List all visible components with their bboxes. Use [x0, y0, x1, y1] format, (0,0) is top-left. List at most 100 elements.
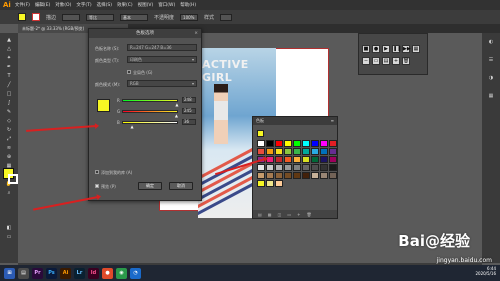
- menu-help[interactable]: 帮助(H): [180, 2, 196, 8]
- stroke-weight-dropdown[interactable]: [62, 13, 81, 21]
- show-kinds-icon[interactable]: ▦: [268, 212, 272, 217]
- stroke-swatch-control[interactable]: [32, 13, 40, 21]
- pause-icon[interactable]: ❚❚: [392, 45, 401, 53]
- swatch-chip[interactable]: [275, 172, 283, 179]
- qq-app-icon[interactable]: ◔: [130, 267, 141, 279]
- line-tool-icon[interactable]: ╱: [4, 82, 14, 88]
- channel-g-slider[interactable]: ▲: [122, 110, 178, 118]
- swatch-chip[interactable]: [293, 172, 301, 179]
- swatch-chip[interactable]: [275, 164, 283, 171]
- swatch-chip[interactable]: [266, 172, 274, 179]
- delete-swatch-icon[interactable]: 🗑: [306, 212, 311, 217]
- stop-icon[interactable]: ■: [362, 45, 370, 53]
- width-tool-icon[interactable]: ≋: [4, 145, 14, 151]
- menu-effect[interactable]: 效果(C): [117, 2, 133, 8]
- swatch-chip[interactable]: [320, 148, 328, 155]
- menu-view[interactable]: 视图(V): [138, 2, 154, 8]
- menu-file[interactable]: 文件(F): [15, 2, 30, 8]
- start-icon[interactable]: ⊞: [4, 267, 15, 279]
- selection-tool-icon[interactable]: ▲: [4, 37, 14, 43]
- ok-button[interactable]: 确定: [138, 182, 162, 190]
- swatch-chip[interactable]: [293, 156, 301, 163]
- swatch-chip[interactable]: [329, 172, 337, 179]
- swatch-chip[interactable]: [320, 164, 328, 171]
- color-icon[interactable]: ◑: [486, 75, 496, 83]
- swatch-chip[interactable]: [311, 156, 319, 163]
- swatch-chip[interactable]: [302, 172, 310, 179]
- swatch-chip[interactable]: [284, 164, 292, 171]
- trash-icon[interactable]: 🗑: [402, 57, 410, 65]
- swatch-chip[interactable]: [320, 140, 328, 147]
- menu-select[interactable]: 选择(S): [97, 2, 112, 8]
- swatch-chip[interactable]: [302, 164, 310, 171]
- lightroom-app-icon[interactable]: Lr: [74, 267, 85, 279]
- page-icon[interactable]: ▭: [372, 57, 380, 65]
- brush-tool-icon[interactable]: ∫: [4, 100, 14, 106]
- stroke-color-swatch[interactable]: [8, 174, 18, 184]
- swatch-chip[interactable]: [320, 172, 328, 179]
- global-checkbox[interactable]: [127, 70, 131, 74]
- slider-thumb-icon[interactable]: ▲: [175, 103, 179, 107]
- slider-thumb-icon[interactable]: ▲: [175, 114, 179, 118]
- slider-thumb-icon[interactable]: ▲: [131, 125, 135, 129]
- layers-icon[interactable]: ☰: [486, 57, 496, 65]
- swatch-chip[interactable]: [311, 172, 319, 179]
- eraser-tool-icon[interactable]: ◇: [4, 118, 14, 124]
- menu-edit[interactable]: 编辑(E): [35, 2, 50, 8]
- channel-r-value[interactable]: 248: [182, 97, 196, 103]
- fill-swatch-control[interactable]: [18, 13, 26, 21]
- swatch-chip[interactable]: [266, 140, 274, 147]
- swatch-chip[interactable]: [275, 156, 283, 163]
- forward-icon[interactable]: ▶▶: [402, 45, 411, 53]
- swatch-chip[interactable]: [311, 148, 319, 155]
- zoom-tool-icon[interactable]: ⌕: [4, 190, 14, 196]
- illustrator-app-icon[interactable]: Ai: [60, 267, 71, 279]
- new-swatch-icon[interactable]: +: [297, 212, 300, 217]
- panel-menu-icon[interactable]: ≡: [331, 117, 334, 125]
- play-icon[interactable]: ▶: [382, 45, 390, 53]
- menu-object[interactable]: 对象(O): [55, 2, 71, 8]
- pencil-tool-icon[interactable]: ✎: [4, 109, 14, 115]
- cancel-button[interactable]: 取消: [169, 182, 193, 190]
- premiere-app-icon[interactable]: Pr: [32, 267, 43, 279]
- swatch-chip[interactable]: [266, 180, 274, 187]
- record-icon[interactable]: ●: [372, 45, 380, 53]
- library-icon[interactable]: ▤: [258, 212, 262, 217]
- draw-mode-icon[interactable]: ◧: [4, 225, 14, 231]
- swatch-chip[interactable]: [284, 156, 292, 163]
- active-swatch[interactable]: [257, 130, 264, 137]
- swatch-chip[interactable]: [329, 140, 337, 147]
- channel-g-value[interactable]: 245: [182, 108, 196, 114]
- screen-mode-icon[interactable]: ▭: [4, 234, 14, 240]
- indesign-app-icon[interactable]: Id: [88, 267, 99, 279]
- swatches-icon[interactable]: ▦: [486, 93, 496, 101]
- swatch-chip[interactable]: [266, 148, 274, 155]
- type-tool-icon[interactable]: T: [4, 73, 14, 79]
- swatch-chip[interactable]: [266, 164, 274, 171]
- add-to-library-checkbox[interactable]: [95, 170, 99, 174]
- swatch-chip[interactable]: [284, 172, 292, 179]
- swatch-chip[interactable]: [257, 140, 265, 147]
- swatch-chip[interactable]: [293, 164, 301, 171]
- preview-checkbox[interactable]: [95, 184, 99, 188]
- folder-app-icon[interactable]: ▤: [18, 267, 29, 279]
- rectangle-tool-icon[interactable]: □: [4, 91, 14, 97]
- browser-app-icon[interactable]: ●: [102, 267, 113, 279]
- photoshop-app-icon[interactable]: Ps: [46, 267, 57, 279]
- direct-select-tool-icon[interactable]: △: [4, 46, 14, 52]
- brush-dropdown[interactable]: 基本: [120, 13, 149, 21]
- swatch-chip[interactable]: [329, 156, 337, 163]
- magic-wand-tool-icon[interactable]: ✦: [4, 55, 14, 61]
- swatch-chip[interactable]: [275, 140, 283, 147]
- properties-icon[interactable]: ◐: [486, 39, 496, 47]
- swatch-chip[interactable]: [311, 140, 319, 147]
- channel-b-slider[interactable]: ▲: [122, 121, 178, 129]
- color-mode-dropdown[interactable]: RGB ▾: [127, 80, 197, 87]
- profile-dropdown[interactable]: 等比: [86, 13, 115, 21]
- minus-icon[interactable]: −: [362, 57, 370, 65]
- opacity-dropdown[interactable]: 100%: [180, 13, 199, 21]
- folder-icon[interactable]: ▤: [382, 57, 390, 65]
- new-group-icon[interactable]: ▭: [287, 212, 291, 217]
- swatch-chip[interactable]: [293, 148, 301, 155]
- swatch-chip[interactable]: [329, 164, 337, 171]
